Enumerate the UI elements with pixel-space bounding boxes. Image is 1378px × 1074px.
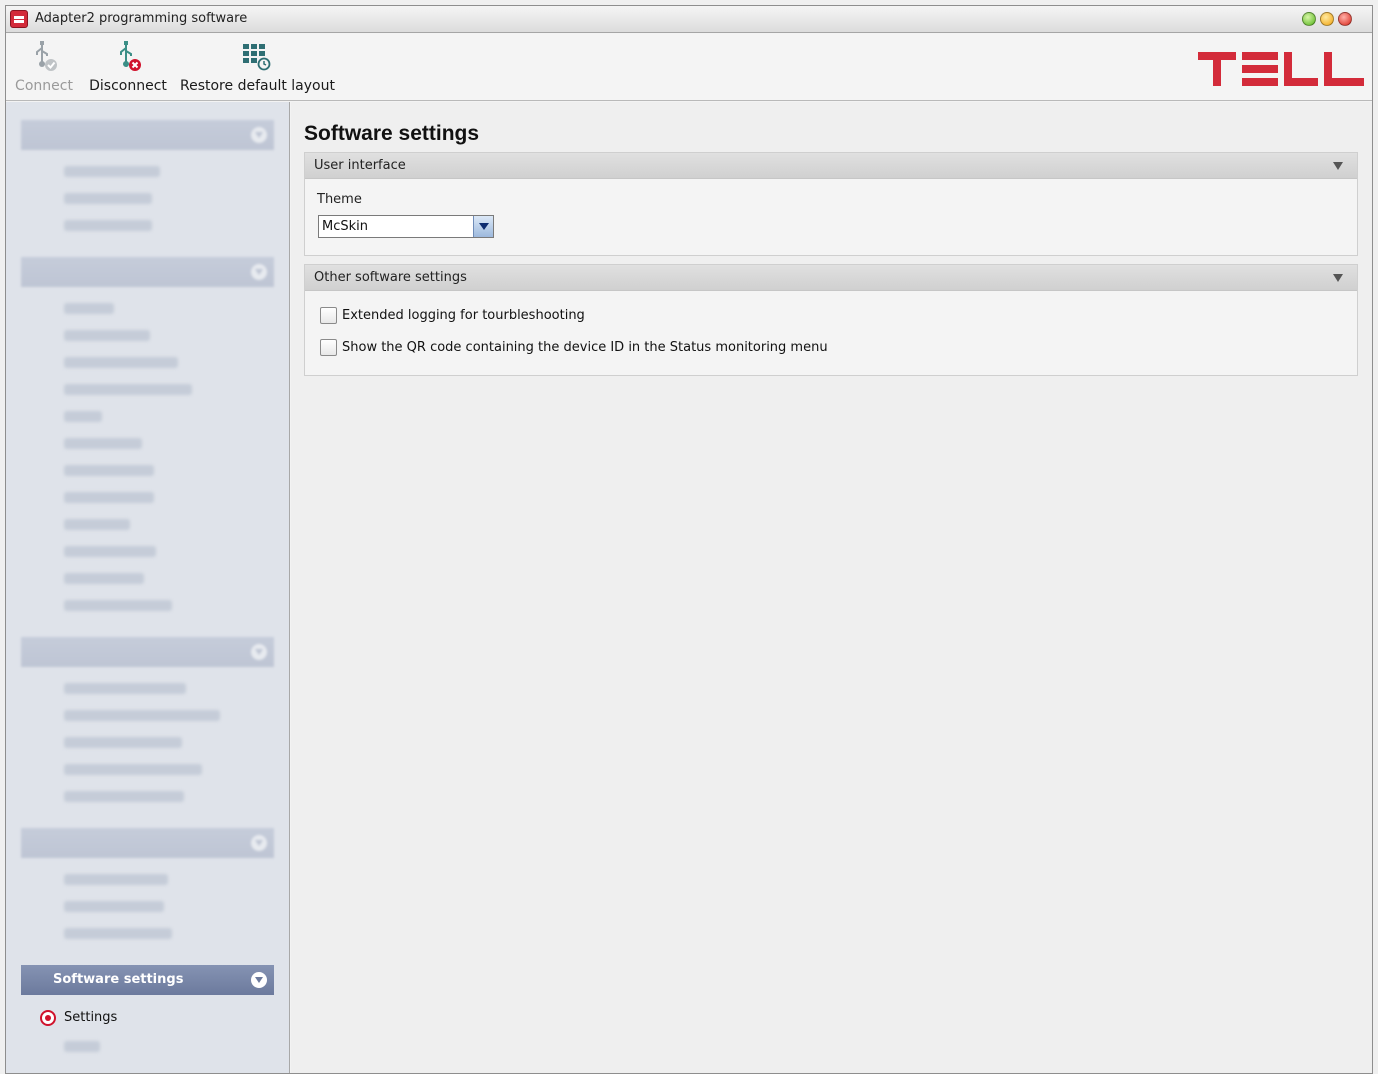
sidebar-item-obscured[interactable]	[64, 519, 130, 530]
sidebar-item-obscured[interactable]	[64, 384, 192, 395]
sidebar-item-obscured[interactable]	[64, 220, 152, 231]
sidebar-group-software-settings[interactable]: Software settings	[21, 965, 274, 995]
sidebar-item-obscured[interactable]	[64, 710, 220, 721]
other-settings-section: Other software settings Extended logging…	[304, 264, 1358, 376]
sidebar-group-label: Software settings	[53, 972, 184, 987]
sidebar-item-obscured[interactable]	[64, 357, 178, 368]
sidebar-item-obscured[interactable]	[64, 600, 172, 611]
selected-radio-icon	[40, 1010, 56, 1026]
sidebar-item-obscured[interactable]	[64, 1041, 100, 1052]
layout-grid-icon	[239, 40, 271, 72]
extended-logging-checkbox[interactable]	[320, 307, 337, 324]
sidebar-item-label: Settings	[64, 1010, 118, 1025]
sidebar-item-obscured[interactable]	[64, 546, 156, 557]
close-button[interactable]	[1338, 12, 1352, 26]
sidebar-item-obscured[interactable]	[64, 438, 142, 449]
sidebar-item-obscured[interactable]	[64, 193, 152, 204]
restore-label: Restore default layout	[180, 78, 335, 94]
sidebar-item-obscured[interactable]	[64, 901, 164, 912]
sidebar-group-obscured[interactable]	[21, 120, 274, 150]
sidebar-item-obscured[interactable]	[64, 764, 202, 775]
sidebar-item-obscured[interactable]	[64, 465, 154, 476]
title-bar: Adapter2 programming software	[6, 6, 1372, 33]
other-settings-header[interactable]: Other software settings	[305, 265, 1357, 291]
chevron-down-icon	[251, 972, 267, 988]
navigation-sidebar: Software settings Settings	[6, 102, 290, 1073]
user-interface-section: User interface Theme McSkin	[304, 152, 1358, 256]
sidebar-item-obscured[interactable]	[64, 330, 150, 341]
content-panel: Software settings User interface Theme M…	[291, 102, 1372, 1073]
sidebar-item-obscured[interactable]	[64, 573, 144, 584]
sidebar-item-obscured[interactable]	[64, 791, 184, 802]
window-title: Adapter2 programming software	[35, 11, 248, 26]
app-logo-icon	[10, 10, 28, 28]
sidebar-item-obscured[interactable]	[64, 166, 160, 177]
collapse-arrow-icon[interactable]	[1333, 274, 1343, 282]
disconnect-button[interactable]: Disconnect	[86, 40, 170, 98]
sidebar-item-obscured[interactable]	[64, 303, 114, 314]
section-title: Other software settings	[314, 270, 467, 285]
theme-label: Theme	[317, 192, 362, 207]
sidebar-item-obscured[interactable]	[64, 683, 186, 694]
extended-logging-option[interactable]: Extended logging for tourbleshooting	[320, 306, 720, 326]
connect-button[interactable]: Connect	[12, 40, 76, 98]
chevron-down-icon	[251, 835, 267, 851]
sidebar-group-obscured[interactable]	[21, 828, 274, 858]
usb-connect-icon	[28, 40, 60, 72]
sidebar-item-settings[interactable]: Settings	[40, 1009, 240, 1029]
sidebar-group-obscured[interactable]	[21, 257, 274, 287]
sidebar-item-obscured[interactable]	[64, 928, 172, 939]
chevron-down-icon	[251, 264, 267, 280]
sidebar-item-obscured[interactable]	[64, 874, 168, 885]
show-qr-code-option[interactable]: Show the QR code containing the device I…	[320, 338, 1040, 358]
sidebar-group-obscured[interactable]	[21, 637, 274, 667]
minimize-button[interactable]	[1302, 12, 1316, 26]
app-window: Adapter2 programming software Connect Di…	[5, 5, 1373, 1074]
chevron-down-icon	[251, 127, 267, 143]
usb-disconnect-icon	[112, 40, 144, 72]
theme-dropdown[interactable]: McSkin	[318, 215, 494, 238]
restore-layout-button[interactable]: Restore default layout	[180, 40, 335, 98]
checkbox-label: Extended logging for tourbleshooting	[342, 308, 585, 323]
checkbox-label: Show the QR code containing the device I…	[342, 340, 828, 355]
connect-label: Connect	[15, 78, 73, 94]
show-qr-code-checkbox[interactable]	[320, 339, 337, 356]
sidebar-item-obscured[interactable]	[64, 492, 154, 503]
toolbar: Connect Disconnect Restore default layou…	[6, 34, 1372, 101]
user-interface-header[interactable]: User interface	[305, 153, 1357, 179]
tell-logo	[1198, 52, 1364, 86]
section-title: User interface	[314, 158, 406, 173]
maximize-button[interactable]	[1320, 12, 1334, 26]
page-title: Software settings	[304, 122, 480, 145]
disconnect-label: Disconnect	[89, 78, 167, 94]
sidebar-item-obscured[interactable]	[64, 737, 182, 748]
chevron-down-icon	[251, 644, 267, 660]
theme-value: McSkin	[322, 219, 368, 234]
collapse-arrow-icon[interactable]	[1333, 162, 1343, 170]
dropdown-arrow-icon[interactable]	[473, 216, 493, 237]
sidebar-item-obscured[interactable]	[64, 411, 102, 422]
